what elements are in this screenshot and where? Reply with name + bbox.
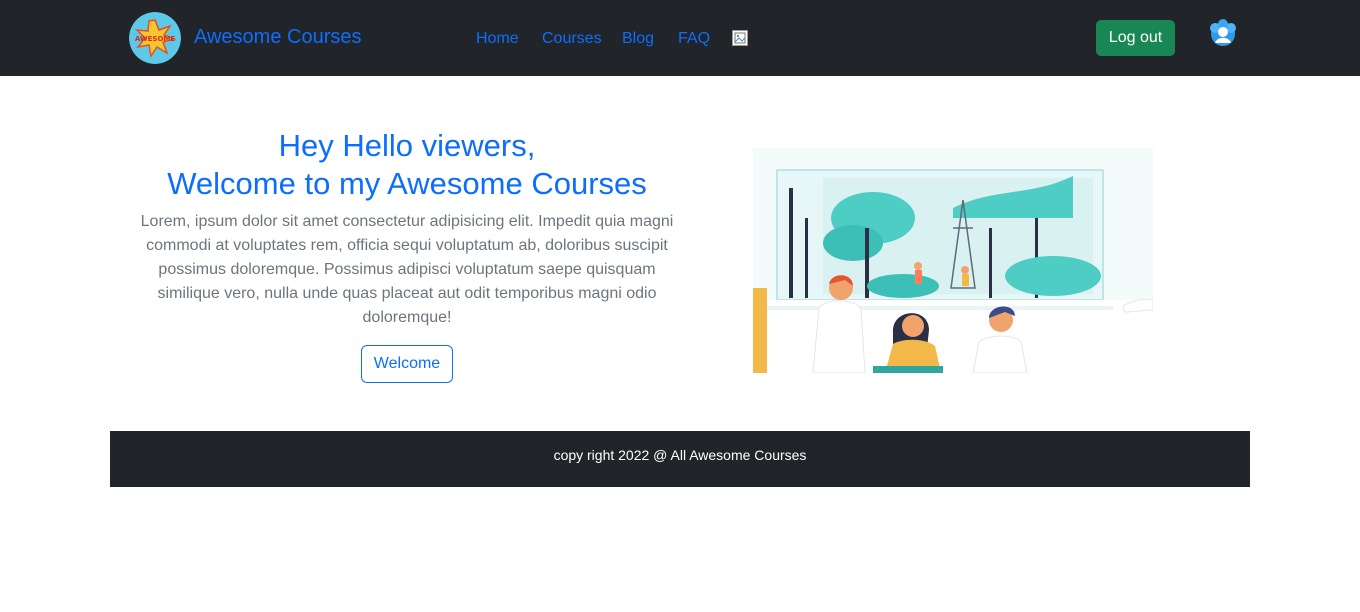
logout-button[interactable]: Log out	[1096, 20, 1175, 56]
nav-link-blog[interactable]: Blog	[622, 28, 654, 50]
brand-name[interactable]: Awesome Courses	[194, 24, 361, 50]
top-navbar: AWESOME Awesome Courses Home Courses Blo…	[0, 0, 1360, 76]
user-avatar-icon[interactable]	[1207, 18, 1239, 50]
nav-link-faq[interactable]: FAQ	[678, 28, 710, 50]
broken-image-icon	[732, 30, 748, 46]
nav-link-courses[interactable]: Courses	[542, 28, 602, 50]
footer: copy right 2022 @ All Awesome Courses	[110, 431, 1250, 487]
footer-copyright: copy right 2022 @ All Awesome Courses	[553, 447, 807, 463]
hero-title: Hey Hello viewers, Welcome to my Awesome…	[140, 127, 674, 203]
svg-text:AWESOME: AWESOME	[135, 35, 176, 43]
hero-title-line-2: Welcome to my Awesome Courses	[167, 166, 647, 201]
hero-illustration	[753, 148, 1154, 374]
hero-description: Lorem, ipsum dolor sit amet consectetur …	[140, 213, 674, 326]
nav-link-home[interactable]: Home	[476, 28, 519, 50]
hero-title-line-1: Hey Hello viewers,	[278, 128, 536, 163]
brand-logo[interactable]: AWESOME	[129, 12, 181, 64]
welcome-button[interactable]: Welcome	[361, 345, 453, 383]
